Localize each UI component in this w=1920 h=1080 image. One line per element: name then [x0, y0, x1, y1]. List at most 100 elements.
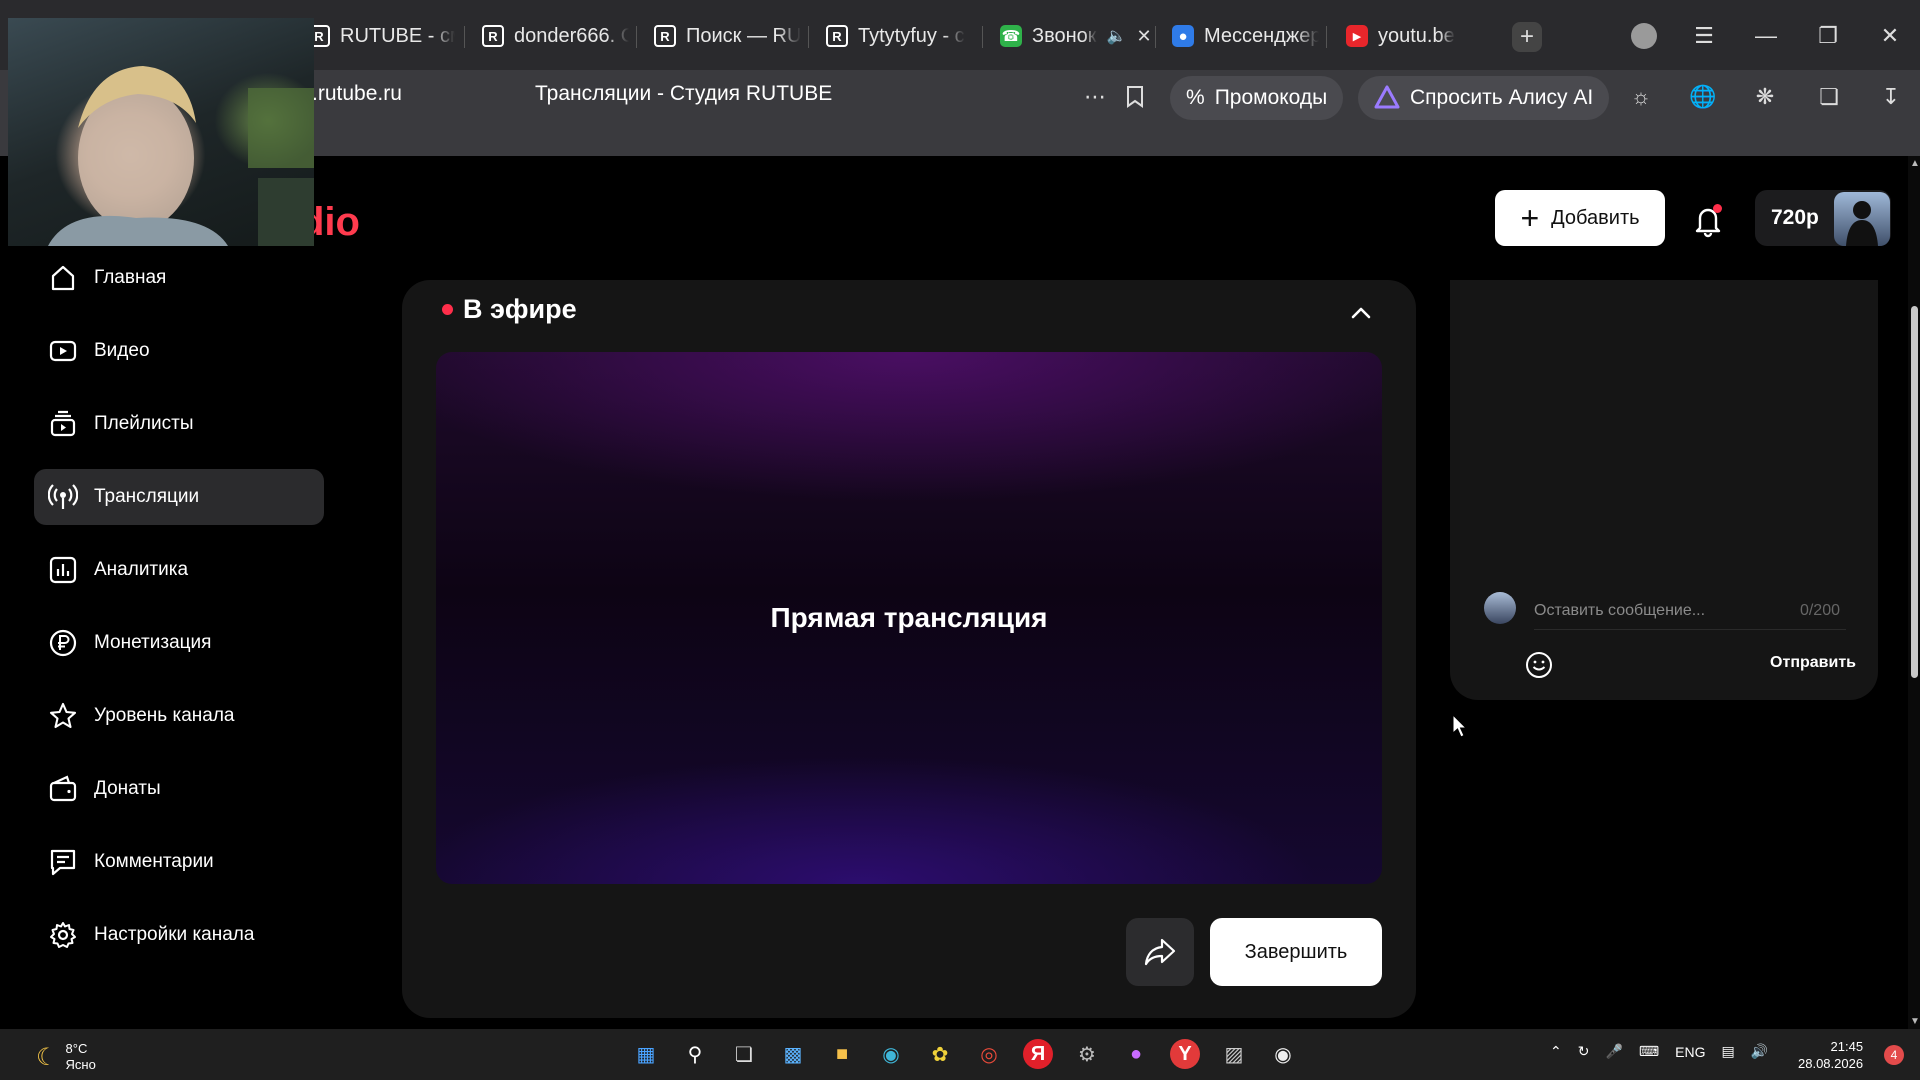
rutube-favicon-icon: R — [482, 25, 504, 47]
plus-icon: + — [1520, 200, 1540, 236]
language-indicator[interactable]: ENG — [1675, 1044, 1705, 1060]
messenger-icon: ● — [1172, 25, 1194, 47]
windows-start-icon[interactable]: ▦ — [628, 1036, 664, 1072]
tab-title: RUTUBE - см — [340, 24, 455, 47]
clock[interactable]: 21:45 28.08.2026 — [1798, 1038, 1863, 1072]
player-title: Прямая трансляция — [770, 602, 1048, 633]
collections-icon[interactable]: ❏ — [1812, 80, 1846, 114]
globe-icon[interactable]: 🌐 — [1686, 80, 1720, 114]
yandex-browser-icon[interactable]: Y — [1170, 1039, 1200, 1069]
mouse-cursor-icon — [1452, 714, 1468, 738]
studio-app: dio + Добавить 720р Главная Видео Плейлис… — [0, 156, 1908, 1029]
network-icon[interactable]: ▤ — [1721, 1043, 1734, 1060]
comment-icon — [50, 849, 76, 876]
browser-tab[interactable]: R Поиск — RU — [654, 18, 801, 54]
share-button[interactable] — [1126, 918, 1194, 986]
system-tray: ⌃ ↻ 🎤 ⌨ ENG ▤ 🔊 — [1550, 1043, 1768, 1060]
profile-icon[interactable] — [1624, 18, 1664, 54]
yandex-icon[interactable]: Я — [1023, 1039, 1053, 1069]
page-title: Трансляции - Студия RUTUBE — [535, 82, 833, 105]
notification-badge[interactable]: 4 — [1884, 1045, 1904, 1065]
chevron-up-icon[interactable]: ⌃ — [1550, 1043, 1562, 1060]
video-icon — [49, 340, 77, 362]
bookmark-icon[interactable] — [1118, 80, 1152, 114]
more-icon[interactable]: ⋯ — [1078, 80, 1112, 114]
rutube-favicon-icon: R — [654, 25, 676, 47]
obs-icon[interactable]: ◉ — [1265, 1036, 1301, 1072]
url-field[interactable]: .rutube.ru — [312, 82, 402, 106]
star-icon — [49, 702, 77, 729]
close-window-icon[interactable]: ✕ — [1870, 18, 1910, 54]
color-app-icon[interactable]: ● — [1118, 1036, 1154, 1072]
sync-icon[interactable]: ↻ — [1578, 1043, 1590, 1060]
sidebar-item-home[interactable]: Главная — [34, 250, 324, 306]
tab-title: Поиск — RU — [686, 24, 801, 47]
add-button[interactable]: + Добавить — [1495, 190, 1665, 246]
task-view-icon[interactable]: ❏ — [726, 1036, 762, 1072]
page-scrollbar[interactable]: ▲ ▼ — [1908, 156, 1920, 1029]
browser-tab[interactable]: ● Мессенджер — [1172, 18, 1319, 54]
volume-icon[interactable]: 🔊 — [1751, 1043, 1768, 1060]
app-window-icon[interactable]: ▨ — [1216, 1036, 1252, 1072]
edge-icon[interactable]: ◉ — [873, 1036, 909, 1072]
notification-dot — [1713, 204, 1722, 213]
windows-taskbar: ☾ 8°C Ясно ▦ ⚲ ❏ ▩ ■ ◉ ✿ ◎ Я ⚙ ● Y ▨ ◉ ⌃ … — [0, 1029, 1920, 1080]
notifications-bell-icon[interactable] — [1688, 200, 1728, 240]
finish-stream-button[interactable]: Завершить — [1210, 918, 1382, 986]
taskbar-apps: ▦ ⚲ ❏ ▩ ■ ◉ ✿ ◎ Я ⚙ ● Y ▨ ◉ — [628, 1036, 1301, 1072]
search-icon[interactable]: ⚲ — [677, 1036, 713, 1072]
minimize-icon[interactable]: — — [1746, 18, 1786, 54]
menu-icon[interactable]: ☰ — [1684, 18, 1724, 54]
download-icon[interactable]: ↧ — [1874, 80, 1908, 114]
speaker-icon[interactable]: 🔈 — [1107, 26, 1127, 46]
sidebar-item-donations[interactable]: Донаты — [34, 761, 324, 817]
playlist-icon — [50, 410, 76, 437]
sidebar-item-channel-settings[interactable]: Настройки канала — [34, 907, 324, 963]
close-tab-icon[interactable]: ✕ — [1136, 26, 1151, 47]
chat-user-avatar — [1484, 592, 1516, 624]
char-counter: 0/200 — [1799, 601, 1840, 619]
webcam-overlay — [8, 18, 314, 246]
moon-icon: ☾ — [36, 1043, 58, 1071]
browser-tab[interactable]: R RUTUBE - см — [308, 18, 455, 54]
sidebar-item-monetization[interactable]: Монетизация — [34, 615, 324, 671]
browser-tab[interactable]: R Tytytyfuy - c — [826, 18, 965, 54]
browser-tab[interactable]: Rdonder666. C — [482, 18, 629, 54]
weather-widget[interactable]: ☾ 8°C Ясно — [36, 1041, 96, 1073]
sidebar: Главная Видео Плейлисты Трансляции Анали… — [34, 250, 324, 980]
home-icon — [51, 265, 75, 291]
chevron-up-icon[interactable] — [1346, 298, 1376, 328]
settings-icon[interactable]: ⚙ — [1069, 1036, 1105, 1072]
user-avatar[interactable] — [1834, 192, 1890, 246]
sidebar-item-analytics[interactable]: Аналитика — [34, 542, 324, 598]
live-stream-card: В эфире Прямая трансляция Завершить — [402, 280, 1416, 1018]
ask-alice-button[interactable]: Спросить Алису AI — [1358, 76, 1610, 120]
promocodes-button[interactable]: % Промокоды — [1170, 76, 1344, 120]
sidebar-item-broadcasts[interactable]: Трансляции — [34, 469, 324, 525]
stream-player[interactable]: Прямая трансляция — [436, 352, 1382, 884]
new-tab-button[interactable]: + — [1512, 22, 1542, 52]
file-explorer-icon[interactable]: ■ — [824, 1036, 860, 1072]
keyboard-icon[interactable]: ⌨ — [1639, 1043, 1659, 1060]
send-button[interactable]: Отправить — [1770, 654, 1856, 672]
restore-icon[interactable]: ❐ — [1808, 18, 1848, 54]
browser-tab[interactable]: ▶ youtu.be — [1346, 18, 1455, 54]
browser-tab-call[interactable]: ☎ Звонок 🔈 ✕ — [1000, 18, 1152, 54]
rutube-favicon-icon: R — [826, 25, 848, 47]
tab-title: Мессенджер — [1204, 24, 1319, 47]
analytics-icon — [49, 556, 77, 584]
ruble-icon — [49, 629, 77, 657]
puzzle-icon[interactable]: ❋ — [1748, 80, 1782, 114]
sidebar-item-video[interactable]: Видео — [34, 323, 324, 379]
emoji-icon[interactable] — [1524, 650, 1554, 680]
chat-message-input[interactable]: Оставить сообщение... 0/200 — [1534, 592, 1846, 630]
sidebar-item-comments[interactable]: Комментарии — [34, 834, 324, 890]
extension-icon[interactable]: ☼ — [1624, 80, 1658, 114]
chrome-icon[interactable]: ◎ — [971, 1036, 1007, 1072]
microphone-icon[interactable]: 🎤 — [1605, 1043, 1622, 1060]
store-icon[interactable]: ▩ — [775, 1036, 811, 1072]
scrollbar-thumb[interactable] — [1911, 306, 1918, 678]
app-icon[interactable]: ✿ — [922, 1036, 958, 1072]
sidebar-item-channel-level[interactable]: Уровень канала — [34, 688, 324, 744]
sidebar-item-playlists[interactable]: Плейлисты — [34, 396, 324, 452]
